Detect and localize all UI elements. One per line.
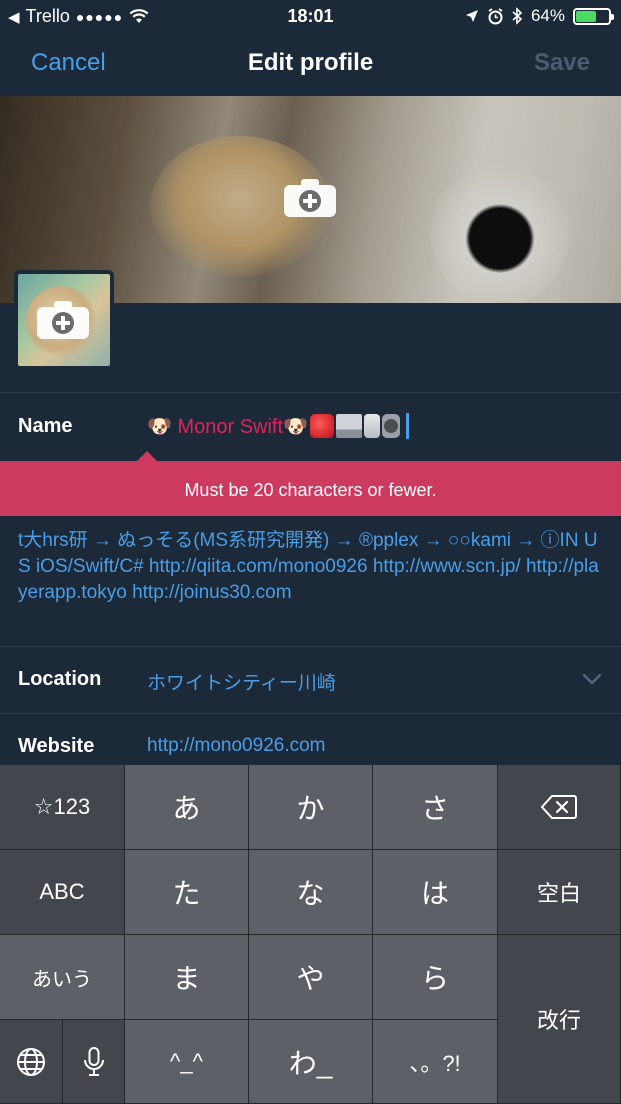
key-delete[interactable] xyxy=(498,765,621,850)
website-input[interactable]: http://mono0926.com xyxy=(147,735,326,757)
battery-tip xyxy=(611,13,614,20)
key-ta[interactable]: た xyxy=(125,850,249,935)
laptop-emoji-icon xyxy=(335,414,362,438)
divider xyxy=(0,392,621,393)
apple-emoji-icon xyxy=(309,414,334,438)
globe-icon xyxy=(17,1047,45,1076)
key-punctuation[interactable]: 、。?! xyxy=(373,1020,498,1104)
camera-add-icon[interactable] xyxy=(283,178,337,218)
location-input[interactable]: ホワイトシティー川崎 xyxy=(147,668,336,695)
key-ya[interactable]: や xyxy=(249,935,373,1020)
key-globe[interactable] xyxy=(0,1020,63,1104)
delete-backward-icon xyxy=(541,795,577,819)
microphone-icon xyxy=(83,1046,104,1076)
website-label: Website xyxy=(18,735,95,757)
key-space[interactable]: 空白 xyxy=(498,850,621,935)
key-ha[interactable]: は xyxy=(373,850,498,935)
key-num[interactable]: ☆123 xyxy=(0,765,125,850)
location-label: Location xyxy=(18,668,102,690)
divider xyxy=(0,646,621,647)
battery-percent: 64% xyxy=(530,6,565,25)
battery-fill xyxy=(576,10,596,22)
divider xyxy=(0,713,621,714)
key-na[interactable]: な xyxy=(249,850,373,935)
keyboard: ☆123 あ か さ ABC た な は 空白 あいう ま や ら 改行 ^_^… xyxy=(0,765,621,1104)
nav-bar: Cancel Edit profile Save xyxy=(0,32,621,96)
camera-add-icon[interactable] xyxy=(36,300,90,340)
alarm-icon xyxy=(488,7,503,24)
bio-input[interactable]: t大hrs研 → ぬっそる(MS系研究開発) → ®pplex → ○○kami… xyxy=(18,528,608,606)
key-kaomoji[interactable]: ^_^ xyxy=(125,1020,249,1104)
status-bar: ◀ Trello ●●●●● 18:01 64% xyxy=(0,0,621,32)
error-banner: Must be 20 characters or fewer. xyxy=(0,461,621,516)
battery-icon xyxy=(573,7,614,25)
key-sa[interactable]: さ xyxy=(373,765,498,850)
key-a[interactable]: あ xyxy=(125,765,249,850)
key-ra[interactable]: ら xyxy=(373,935,498,1020)
key-wa[interactable]: わ_ xyxy=(249,1020,373,1104)
key-enter[interactable]: 改行 xyxy=(498,935,621,1104)
text-cursor xyxy=(405,413,409,439)
name-text: 🐶 Monor Swift🐶 xyxy=(147,415,308,438)
bluetooth-icon xyxy=(512,7,523,25)
status-right: 64% xyxy=(465,6,614,26)
name-input[interactable]: 🐶 Monor Swift🐶 xyxy=(147,413,409,439)
location-arrow-icon xyxy=(465,10,478,22)
page-title: Edit profile xyxy=(247,49,374,76)
avatar[interactable] xyxy=(14,270,114,370)
key-aiu[interactable]: あいう xyxy=(0,935,125,1020)
key-dictation[interactable] xyxy=(63,1020,125,1104)
watch-emoji-icon xyxy=(381,414,400,438)
chevron-down-icon[interactable] xyxy=(581,668,603,690)
key-abc[interactable]: ABC xyxy=(0,850,125,935)
key-ma[interactable]: ま xyxy=(125,935,249,1020)
save-button[interactable]: Save xyxy=(534,49,590,77)
name-label: Name xyxy=(18,415,73,437)
key-ka[interactable]: か xyxy=(249,765,373,850)
phone-emoji-icon xyxy=(363,414,380,438)
